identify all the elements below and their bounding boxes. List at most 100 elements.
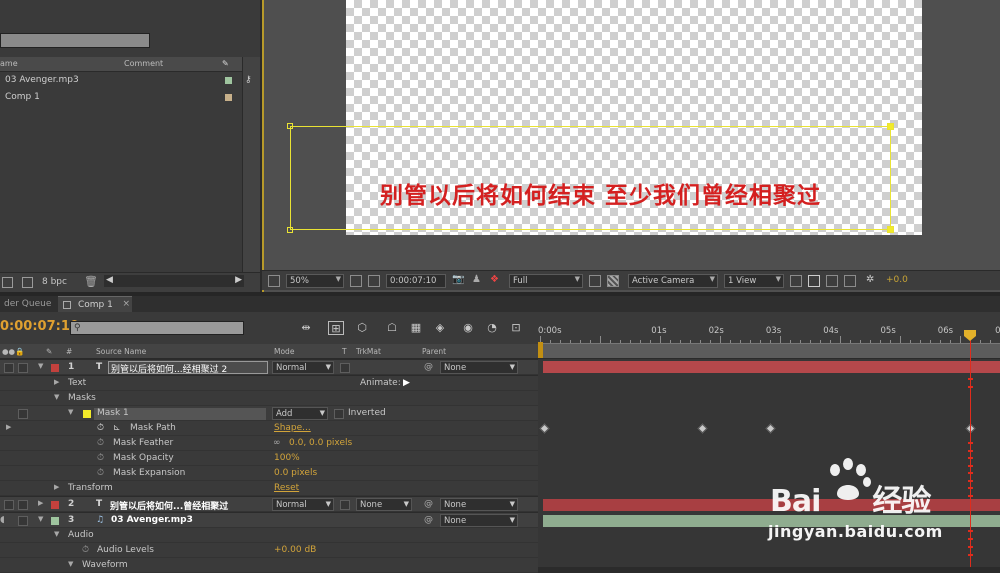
reset-link[interactable]: Reset bbox=[274, 483, 299, 493]
camera-select[interactable]: Active Camera ▼ bbox=[628, 274, 718, 288]
layer-label-color[interactable] bbox=[51, 364, 59, 372]
expand-arrow-icon[interactable]: ▼ bbox=[68, 408, 73, 416]
mask-path-value[interactable]: Shape... bbox=[274, 423, 311, 433]
mode-column-header[interactable]: Mode bbox=[274, 347, 294, 356]
name-column-header[interactable]: ame bbox=[0, 59, 18, 68]
layer-name[interactable]: 03 Avenger.mp3 bbox=[111, 515, 193, 525]
animate-menu-icon[interactable]: ▶ bbox=[403, 378, 410, 388]
property-row[interactable]: ▶ ⏱ ⊾ Mask Path Shape... bbox=[0, 421, 538, 436]
project-item[interactable]: 03 Avenger.mp3 ⚷ bbox=[0, 73, 260, 89]
flowchart-icon[interactable] bbox=[844, 275, 856, 287]
fast-previews-icon[interactable] bbox=[808, 275, 820, 287]
project-scrollbar[interactable]: ◀ ▶ bbox=[104, 275, 244, 287]
layer-name[interactable]: 别管以后将如何...经相聚过 2 bbox=[108, 361, 268, 375]
bit-depth-button[interactable]: 8 bpc bbox=[42, 277, 67, 287]
zoom-select[interactable]: 50% ▼ bbox=[286, 274, 344, 288]
mask-vertex-handle[interactable] bbox=[887, 226, 894, 233]
scroll-right-icon[interactable]: ▶ bbox=[235, 275, 242, 285]
snapshot-region-icon[interactable] bbox=[268, 275, 280, 287]
mask-name[interactable]: Mask 1 bbox=[94, 408, 266, 420]
animate-label[interactable]: Animate: bbox=[360, 378, 401, 388]
label-column-icon[interactable]: ✎ bbox=[222, 59, 229, 68]
property-row[interactable]: ⏱ Mask Feather ∞ 0.0, 0.0 pixels bbox=[0, 436, 538, 451]
parent-select[interactable]: None ▼ bbox=[440, 514, 518, 527]
mask-vertex-handle[interactable] bbox=[287, 123, 293, 129]
work-area-bar[interactable] bbox=[540, 343, 1000, 358]
stopwatch-icon[interactable]: ⏱ bbox=[82, 545, 89, 555]
preserve-transparency-box[interactable] bbox=[340, 363, 350, 373]
stopwatch-icon[interactable]: ⏱ bbox=[97, 438, 104, 448]
channel-icon[interactable]: ❖ bbox=[490, 274, 499, 285]
view-layout-select[interactable]: 1 View ▼ bbox=[724, 274, 784, 288]
current-time-display[interactable]: 0:00:07:10 bbox=[0, 319, 79, 334]
pickwhip-icon[interactable]: @ bbox=[424, 499, 433, 509]
video-switch[interactable] bbox=[4, 500, 14, 510]
property-group-row[interactable]: ▶ Transform Reset bbox=[0, 481, 538, 496]
stopwatch-icon[interactable]: ⏱ bbox=[97, 468, 104, 478]
mask-lock-switch[interactable] bbox=[18, 409, 28, 419]
comment-column-header[interactable]: Comment bbox=[124, 59, 163, 68]
auto-keyframe-icon[interactable]: ◔ bbox=[484, 321, 500, 335]
audio-switch-icon[interactable]: ◖ bbox=[0, 515, 5, 525]
expand-arrow-icon[interactable]: ▼ bbox=[38, 515, 43, 523]
video-switch[interactable] bbox=[4, 363, 14, 373]
expand-arrow-icon[interactable]: ▶ bbox=[54, 483, 59, 491]
exposure-icon[interactable]: ✲ bbox=[866, 274, 874, 285]
pickwhip-icon[interactable]: @ bbox=[424, 362, 433, 372]
graph-editor-icon[interactable]: ⊡ bbox=[508, 321, 524, 335]
timeline-icon[interactable] bbox=[826, 275, 838, 287]
comp-mini-flowchart-icon[interactable]: ⇹ bbox=[298, 321, 314, 335]
lock-switch[interactable] bbox=[18, 363, 28, 373]
mask-expansion-value[interactable]: 0.0 pixels bbox=[274, 468, 317, 478]
live-update-icon[interactable]: ⊞ bbox=[328, 321, 344, 335]
layer-row[interactable]: ▼ 1 T 别管以后将如何...经相聚过 2 Normal ▼ @ None ▼ bbox=[0, 360, 538, 375]
mask-mode-select[interactable]: Add ▼ bbox=[272, 407, 328, 420]
roi-icon[interactable] bbox=[589, 275, 601, 287]
trash-icon[interactable]: 🗑 bbox=[84, 275, 98, 288]
resolution-select[interactable]: Full ▼ bbox=[509, 274, 583, 288]
camera-icon[interactable]: 📷 bbox=[452, 274, 464, 285]
blend-mode-select[interactable]: Normal ▼ bbox=[272, 498, 334, 511]
preserve-transparency-box[interactable] bbox=[340, 500, 350, 510]
grid-icon[interactable] bbox=[350, 275, 362, 287]
blend-mode-select[interactable]: Normal ▼ bbox=[272, 361, 334, 374]
mask-visibility-icon[interactable] bbox=[368, 275, 380, 287]
tab-render-queue[interactable]: der Queue bbox=[0, 296, 55, 312]
project-item[interactable]: Comp 1 bbox=[0, 90, 260, 106]
property-group-row[interactable]: ▼ Audio bbox=[0, 528, 538, 543]
parent-select[interactable]: None ▼ bbox=[440, 498, 518, 511]
source-name-column-header[interactable]: Source Name bbox=[96, 347, 146, 356]
timeline-search-input[interactable]: ⚲ bbox=[70, 321, 244, 335]
layer-label-color[interactable] bbox=[51, 517, 59, 525]
mask-feather-value[interactable]: 0.0, 0.0 pixels bbox=[289, 438, 352, 448]
draft-3d-icon[interactable]: ⬡ bbox=[354, 321, 370, 335]
trkmat-select[interactable]: None ▼ bbox=[356, 498, 412, 511]
layer-label-color[interactable] bbox=[51, 501, 59, 509]
property-group-row[interactable]: ▶ Text Animate: ▶ bbox=[0, 376, 538, 391]
lock-switch[interactable] bbox=[18, 516, 28, 526]
layer-row[interactable]: ◖ ▼ 3 ♫ 03 Avenger.mp3 @ None ▼ bbox=[0, 513, 538, 528]
keyframe-nav-icon[interactable]: ▶ bbox=[6, 423, 11, 431]
show-snapshot-icon[interactable]: ♟ bbox=[472, 274, 481, 285]
mask-row[interactable]: ▼ Mask 1 Add ▼ Inverted bbox=[0, 406, 538, 421]
label-swatch[interactable] bbox=[225, 94, 232, 101]
stopwatch-icon[interactable]: ⏱ bbox=[97, 453, 104, 463]
pickwhip-icon[interactable]: @ bbox=[424, 515, 433, 525]
property-row[interactable]: ⏱ Audio Levels +0.00 dB bbox=[0, 543, 538, 558]
property-row[interactable]: ⏱ Mask Expansion 0.0 pixels bbox=[0, 466, 538, 481]
tab-comp-1[interactable]: Comp 1 × bbox=[58, 296, 132, 312]
transparency-grid-icon[interactable] bbox=[607, 275, 619, 287]
scroll-left-icon[interactable]: ◀ bbox=[106, 275, 113, 285]
property-group-row[interactable]: ▼ Waveform bbox=[0, 558, 538, 573]
close-icon[interactable]: × bbox=[122, 299, 130, 309]
frame-blending-icon[interactable]: ▦ bbox=[408, 321, 424, 335]
label-swatch[interactable] bbox=[225, 77, 232, 84]
audio-levels-value[interactable]: +0.00 dB bbox=[274, 545, 316, 555]
layer-row[interactable]: ▶ 2 T 别管以后将如何...曾经相聚过 Normal ▼ None ▼ @ No… bbox=[0, 497, 538, 512]
property-group-row[interactable]: ▼ Masks bbox=[0, 391, 538, 406]
exposure-value[interactable]: +0.0 bbox=[886, 275, 908, 285]
hide-shy-layers-icon[interactable]: ☖ bbox=[384, 321, 400, 335]
stopwatch-icon[interactable]: ⏱ bbox=[97, 423, 104, 433]
mask-vertex-handle[interactable] bbox=[287, 227, 293, 233]
inverted-checkbox[interactable] bbox=[334, 409, 344, 419]
